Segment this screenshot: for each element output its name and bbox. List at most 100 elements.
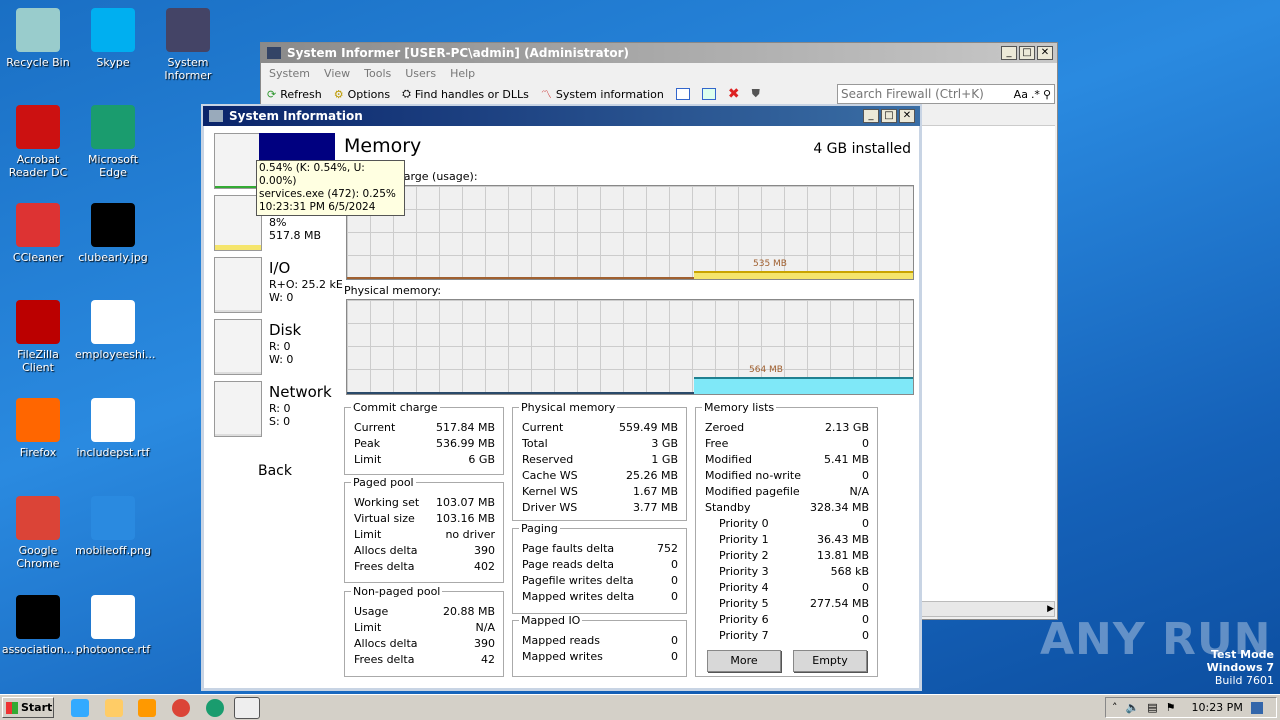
window-icon[interactable] <box>675 88 690 100</box>
stat-row: Mapped writes delta 0 <box>522 589 678 605</box>
regex-toggle[interactable]: .* <box>1031 88 1040 101</box>
desktop-icon[interactable]: Google Chrome <box>0 496 76 570</box>
stat-value: 36.43 MB <box>816 533 869 546</box>
stat-row: Working set 103.07 MB <box>354 495 495 511</box>
section-stat: W: 0 <box>269 353 294 366</box>
minimize-button[interactable]: _ <box>1001 46 1017 60</box>
options-button[interactable]: ⚙ Options <box>334 88 390 101</box>
stat-label: Kernel WS <box>522 485 578 498</box>
section-mini-graph-disk[interactable] <box>214 319 262 375</box>
ie-taskbar-icon[interactable] <box>71 699 89 717</box>
horizontal-scrollbar[interactable]: ▶ <box>921 601 1055 617</box>
section-label[interactable]: I/O R+O: 25.2 kE W: 0 <box>269 258 343 304</box>
desktop-icon[interactable]: mobileoff.png <box>75 496 151 557</box>
show-desktop-icon[interactable] <box>1250 701 1263 714</box>
desktop-icon[interactable]: Acrobat Reader DC <box>0 105 76 179</box>
volume-icon[interactable]: 🔈 <box>1126 701 1140 714</box>
mini-graph-line <box>215 434 261 436</box>
show-hidden-icons[interactable]: ˄ <box>1112 701 1118 714</box>
section-mini-graph-memory[interactable] <box>214 195 262 251</box>
find-handles-button[interactable]: ⛭ Find handles or DLLs <box>402 87 529 101</box>
desktop-icon[interactable]: includepst.rtf <box>75 398 151 459</box>
stat-label: Priority 4 <box>719 581 769 594</box>
stat-row: Modified 5.41 MB <box>705 452 869 468</box>
back-link[interactable]: Back <box>258 463 292 479</box>
mini-graph-line <box>215 245 261 250</box>
more-button[interactable]: More <box>707 650 781 672</box>
search-icon[interactable]: ⚲ <box>1043 88 1051 101</box>
menu-help[interactable]: Help <box>450 67 475 80</box>
toolbar: ⟳ Refresh ⚙ Options ⛭ Find handles or DLLs … <box>267 86 772 102</box>
stat-value: 0 <box>671 590 678 603</box>
desktop-icon[interactable]: photoonce.rtf <box>75 595 151 656</box>
desktop-icon[interactable]: employeeshi... <box>75 300 156 361</box>
section-stat: W: 0 <box>269 291 294 304</box>
section-label[interactable]: Network R: 0 S: 0 <box>269 382 332 428</box>
search-box[interactable]: Aa .* ⚲ <box>837 84 1055 104</box>
stat-row: Priority 0 0 <box>705 516 869 532</box>
chart-icon: 〽 <box>540 88 552 101</box>
desktop-icon[interactable]: Microsoft Edge <box>75 105 151 179</box>
stat-value: 103.07 MB <box>435 496 495 509</box>
media-player-taskbar-icon[interactable] <box>138 699 156 717</box>
desktop-icon-label: System Informer <box>164 56 212 82</box>
refresh-button[interactable]: ⟳ Refresh <box>267 88 322 101</box>
section-mini-graph-cpu[interactable] <box>214 133 262 189</box>
desktop-icon[interactable]: Recycle Bin <box>0 8 76 69</box>
stat-label: Priority 3 <box>719 565 769 578</box>
stat-row: Reserved 1 GB <box>522 452 678 468</box>
cpu-section-highlight[interactable] <box>259 133 335 161</box>
panel-commit: Commit charge Current 517.84 MB Peak 536.99 … <box>344 401 504 475</box>
stat-row: Mapped reads 0 <box>522 633 678 649</box>
panel-title: Physical memory <box>519 401 618 414</box>
process-list[interactable] <box>921 125 1055 601</box>
test-mode-label: Test Mode <box>1211 648 1274 661</box>
menu-users[interactable]: Users <box>405 67 436 80</box>
system-information-button[interactable]: 〽 System information <box>541 86 664 102</box>
menu-tools[interactable]: Tools <box>364 67 391 80</box>
stat-label: Priority 7 <box>719 629 769 642</box>
network-icon[interactable]: ▤ <box>1147 701 1157 714</box>
flag-icon[interactable]: ⚑ <box>1166 701 1176 714</box>
desktop-icon-label: mobileoff.png <box>75 544 152 557</box>
clock[interactable]: 10:23 PM <box>1191 701 1242 714</box>
stat-row: Frees delta 402 <box>354 559 495 575</box>
desktop-icon[interactable]: Firefox <box>0 398 76 459</box>
section-label[interactable]: Disk R: 0 W: 0 <box>269 320 301 366</box>
menu-system[interactable]: System <box>269 67 310 80</box>
stat-value: 0 <box>862 437 869 450</box>
search-input[interactable] <box>841 87 1011 101</box>
menu-view[interactable]: View <box>324 67 350 80</box>
panel-lists: Memory lists Zeroed 2.13 GB Free 0 Modified 5.… <box>695 401 878 677</box>
chrome-taskbar-icon[interactable] <box>172 699 190 717</box>
desktop-icon[interactable]: association... <box>0 595 76 656</box>
close-button[interactable]: ✕ <box>1037 46 1053 60</box>
close-button[interactable]: ✕ <box>899 109 915 123</box>
stat-value: 0 <box>862 581 869 594</box>
desktop-icon[interactable]: clubearly.jpg <box>75 203 151 264</box>
system-informer-taskbar-icon[interactable] <box>234 697 260 719</box>
window-go-icon[interactable] <box>701 88 716 100</box>
terminate-icon[interactable]: ✖ <box>728 86 740 102</box>
maximize-button[interactable]: □ <box>881 109 897 123</box>
mini-graph-line <box>215 310 261 312</box>
explorer-taskbar-icon[interactable] <box>105 699 123 717</box>
maximize-button[interactable]: □ <box>1019 46 1035 60</box>
match-case-toggle[interactable]: Aa <box>1014 88 1028 101</box>
edge-taskbar-icon[interactable] <box>206 699 224 717</box>
desktop-icon[interactable]: FileZilla Client <box>0 300 76 374</box>
stat-label: Mapped writes <box>522 650 603 663</box>
desktop-icon[interactable]: System Informer <box>150 8 226 82</box>
shield-icon[interactable]: ⛊ <box>752 87 760 101</box>
section-mini-graph-network[interactable] <box>214 381 262 437</box>
desktop-icon[interactable]: Skype <box>75 8 151 69</box>
stat-label: Usage <box>354 605 389 618</box>
stat-row: Limit N/A <box>354 620 495 636</box>
desktop-icon[interactable]: CCleaner <box>0 203 76 264</box>
start-button[interactable]: Start <box>2 697 54 718</box>
desktop-icon-image <box>91 300 135 344</box>
section-mini-graph-io[interactable] <box>214 257 262 313</box>
empty-button[interactable]: Empty <box>793 650 867 672</box>
desktop-icon-image <box>16 398 60 442</box>
minimize-button[interactable]: _ <box>863 109 879 123</box>
